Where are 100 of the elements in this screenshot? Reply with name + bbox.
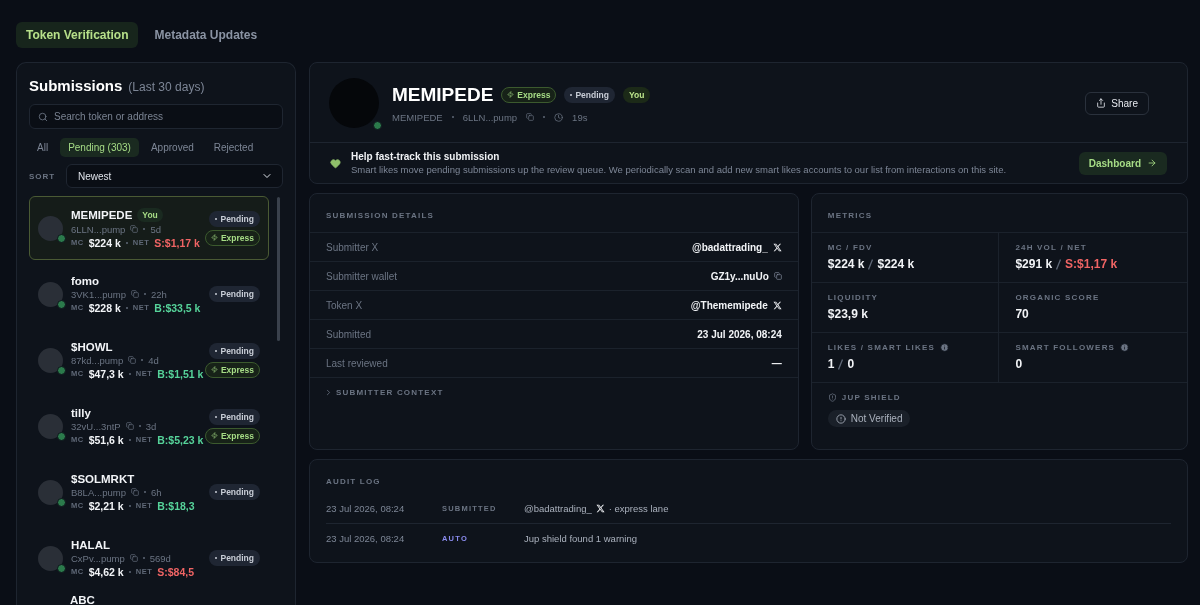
market-cap: $224 k [88,236,121,249]
net-flow: B:$5,23 k [157,433,204,446]
lightning-icon [507,91,515,98]
shield-status-badge: Not Verified [827,410,911,427]
copy-icon [130,488,139,496]
token-name: HALAL [71,538,110,551]
sort-label: SORT [29,171,54,181]
metric-label: LIKES / SMART LIKES [827,343,936,352]
status-badge: Pending [564,86,615,103]
filter-tab[interactable]: Rejected [205,138,262,157]
share-icon [1096,98,1107,108]
token-avatar [38,281,63,307]
token-address: 3VK1...pump [71,288,126,300]
token-address: CxPv...pump [71,552,125,564]
detail-value: GZ1y...nuUo [710,270,769,282]
x-logo-icon[interactable] [595,504,605,513]
token-address: B8LA...pump [71,486,126,498]
token-name: tilly [71,406,91,419]
log-time: 23 Jul 2026, 08:24 [326,503,406,514]
section-title: SUBMISSION DETAILS [326,211,436,220]
net-flow: S:$84,5 [157,565,194,578]
submitter-context-toggle[interactable]: SUBMITTER CONTEXT [310,377,798,449]
token-title: MEMIPEDE [392,83,494,106]
express-badge: Express [204,361,260,378]
token-age: 5d [150,223,161,235]
status-badge: Pending [209,210,260,227]
share-button[interactable]: Share [1085,91,1149,115]
lightning-icon [210,366,218,373]
token-name: fomo [71,274,100,287]
page-tab[interactable]: Metadata Updates [144,22,268,48]
status-badge: Pending [209,484,260,500]
you-badge: You [137,207,163,222]
metric-value: $291 k [1015,257,1053,271]
token-address: 6LLN...pump [462,111,518,123]
token-name: $SOLMRKT [71,472,135,485]
filter-tab[interactable]: All [29,138,57,157]
express-badge: Express [204,229,260,246]
status-badge: Pending [209,408,260,425]
net-flow: B:$1,51 k [157,367,204,380]
panel-title: Submissions [29,77,123,94]
detail-value: @Thememipede [690,299,768,311]
banner-title: Help fast-track this submission [351,151,501,162]
scrollbar[interactable] [277,197,280,341]
net-flow: B:$33,5 k [154,301,201,314]
detail-label: Submitter X [326,241,379,253]
search-field[interactable]: Search token or address [29,104,283,129]
panel-subtitle: (Last 30 days) [128,80,205,94]
lightning-icon [210,234,218,241]
metric-value: 70 [1015,307,1029,321]
token-avatar [38,215,63,241]
token-name: $HOWL [71,340,113,353]
token-age: 3d [145,420,157,432]
shield-label: JUP SHIELD [841,393,901,402]
token-address: 6LLN...pump [71,223,126,235]
info-icon [940,343,950,352]
express-badge: Express [501,86,557,103]
log-time: 23 Jul 2026, 08:24 [326,532,406,544]
token-avatar [38,413,63,439]
x-logo-icon[interactable] [772,242,782,252]
metric-value: $23,9 k [827,307,868,321]
copy-icon [526,113,535,121]
log-text: · express lane [608,503,669,514]
status-badge: Pending [209,286,260,302]
token-age: 19s [572,111,588,123]
shield-icon [827,393,837,402]
metric-value: $224 k [827,257,865,271]
section-title: METRICS [827,211,874,220]
copy-icon [129,554,138,562]
dashboard-button[interactable]: Dashboard [1078,151,1167,175]
market-cap: $51,6 k [88,433,124,446]
token-avatar [38,479,63,505]
clock-icon [554,112,564,122]
section-title: AUDIT LOG [326,477,382,486]
token-symbol: MEMIPEDE [392,111,443,123]
market-cap: $47,3 k [88,367,124,380]
search-icon [38,112,48,122]
metric-label: MC / FDV [827,243,873,252]
metric-value: S:$1,17 k [1065,257,1118,271]
filter-tab[interactable]: Approved [142,138,202,157]
sort-dropdown[interactable]: Newest [66,164,283,188]
net-flow: B:$18,3 [157,499,195,512]
copy-icon [773,272,782,280]
alert-icon [835,413,846,424]
token-avatar [329,78,379,128]
metric-value: $224 k [877,257,915,271]
copy-icon [130,225,139,233]
filter-tab[interactable]: Pending (303) [60,138,139,157]
detail-label: Last reviewed [326,357,388,369]
info-icon [1120,343,1130,352]
detail-value: 23 Jul 2026, 08:24 [697,328,782,340]
chevron-right-icon [324,388,333,397]
token-age: 569d [149,552,171,564]
page-tab[interactable]: Token Verification [16,22,139,48]
metric-label: SMART FOLLOWERS [1015,343,1116,352]
token-avatar [38,545,63,571]
token-name: MEMIPEDE [71,208,133,221]
token-name: ABC [69,594,96,605]
x-logo-icon[interactable] [772,300,782,310]
status-badge: Pending [209,550,260,566]
metric-value: 0 [847,357,855,371]
